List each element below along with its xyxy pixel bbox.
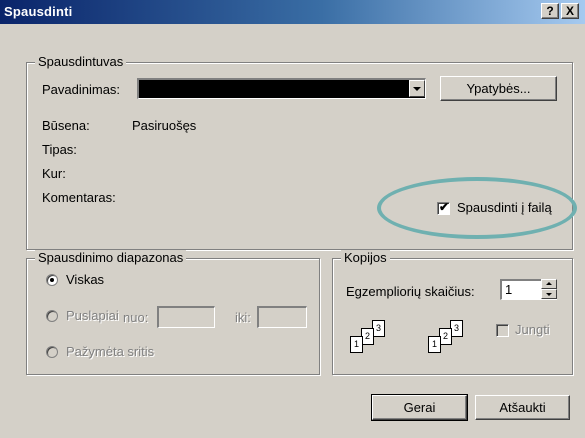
properties-button[interactable]: Ypatybės... (440, 76, 557, 101)
collate-checkbox[interactable] (496, 324, 509, 337)
collate-pages-icon-1: 3 2 1 (350, 320, 400, 360)
print-range-group-label: Spausdinimo diapazonas (35, 250, 187, 265)
copies-group-label: Kopijos (341, 250, 390, 265)
copies-count-value: 1 (505, 282, 513, 297)
page-icon: 1 (428, 336, 441, 353)
collate-pages-icon-2: 3 2 1 (428, 320, 478, 360)
chevron-down-icon (413, 87, 421, 91)
ok-button[interactable]: Gerai (371, 394, 468, 421)
printer-name-label: Pavadinimas: (42, 82, 121, 97)
close-button[interactable]: X (561, 3, 579, 19)
page-icon: 1 (350, 336, 363, 353)
help-button[interactable]: ? (541, 3, 559, 19)
range-from-label: nuo: (123, 310, 149, 325)
type-label: Tipas: (42, 142, 77, 157)
status-label: Būsena: (42, 118, 90, 133)
copies-spinner[interactable] (541, 279, 557, 300)
printer-name-dropdown[interactable] (137, 78, 426, 99)
where-label: Kur: (42, 166, 66, 181)
spin-down-button[interactable] (541, 289, 557, 299)
range-selection-label[interactable]: Pažymėta sritis (66, 344, 154, 359)
range-all-radio[interactable] (46, 274, 58, 286)
title-bar[interactable]: Spausdinti ? X (0, 0, 585, 24)
range-to-input[interactable] (257, 306, 307, 328)
cancel-button[interactable]: Atšaukti (475, 395, 570, 420)
comment-label: Komentaras: (42, 190, 116, 205)
range-all-label[interactable]: Viskas (66, 272, 104, 287)
copies-count-label: Egzempliorių skaičius: (346, 284, 475, 299)
range-to-label: iki: (235, 310, 251, 325)
range-from-input[interactable] (157, 306, 215, 328)
collate-label[interactable]: Jungti (515, 322, 550, 337)
status-value: Pasiruošęs (132, 118, 197, 133)
print-dialog: Spausdinti ? X Spausdintuvas Pavadinimas… (0, 0, 585, 438)
radio-dot-icon (50, 278, 54, 282)
printer-group-label: Spausdintuvas (35, 54, 127, 69)
arrow-down-icon (546, 293, 552, 296)
range-pages-label[interactable]: Puslapiai (66, 308, 119, 323)
arrow-up-icon (546, 282, 552, 285)
window-title: Spausdinti (4, 4, 73, 19)
range-selection-radio[interactable] (46, 346, 58, 358)
copies-count-stepper[interactable]: 1 (500, 279, 557, 300)
highlight-ellipse (377, 177, 577, 239)
range-pages-radio[interactable] (46, 310, 58, 322)
spin-up-button[interactable] (541, 279, 557, 289)
dropdown-button[interactable] (409, 80, 425, 97)
